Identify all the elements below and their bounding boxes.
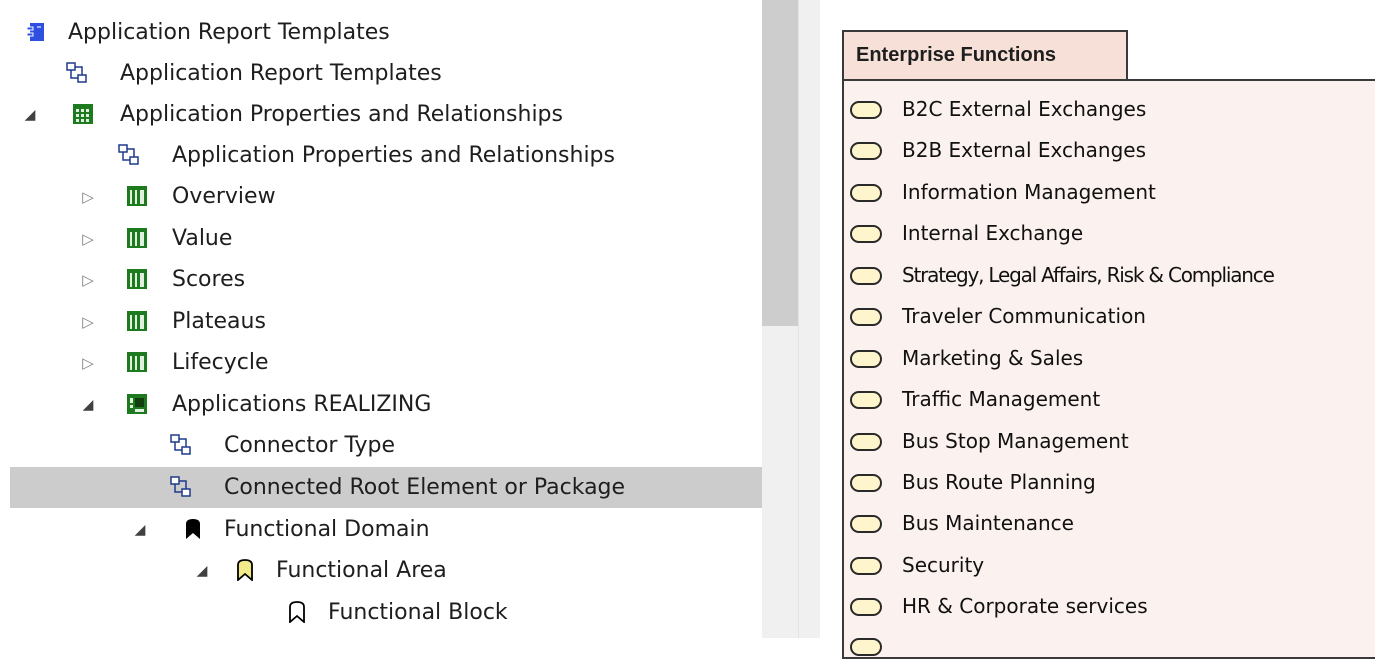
tree-item-scores[interactable]: ▷ Scores xyxy=(10,259,762,300)
function-shape-icon xyxy=(850,557,882,575)
diagram-icon xyxy=(170,476,192,498)
tree-item-lifecycle[interactable]: ▷ Lifecycle xyxy=(10,342,762,383)
tree-item-label: Functional Block xyxy=(328,600,508,625)
function-shape-icon xyxy=(850,142,882,160)
matrix-table-icon xyxy=(126,393,148,415)
pane-splitter[interactable] xyxy=(798,0,821,638)
component-icon xyxy=(25,21,47,43)
function-label: Bus Stop Management xyxy=(902,429,1129,453)
tree-item-label: Connector Type xyxy=(224,433,395,458)
tree-item-label: Plateaus xyxy=(172,309,266,334)
function-label: Security xyxy=(902,553,985,577)
function-shape-icon xyxy=(850,515,882,533)
tree-item-application-report-templates-package[interactable]: Application Report Templates xyxy=(10,12,762,53)
diagram-canvas[interactable]: Enterprise Functions B2C External Exchan… xyxy=(820,0,1375,659)
function-label: Bus Route Planning xyxy=(902,470,1096,494)
package-tab[interactable]: Enterprise Functions xyxy=(842,30,1128,81)
function-shape-icon xyxy=(850,184,882,202)
diagram-icon xyxy=(118,144,140,166)
function-label: Bus Maintenance xyxy=(902,511,1074,535)
tree-item-label: Lifecycle xyxy=(172,350,269,375)
tree-item-label: Application Report Templates xyxy=(120,61,442,86)
diagram-icon xyxy=(170,434,192,456)
tree-item-application-report-templates-diagram[interactable]: Application Report Templates xyxy=(10,53,762,94)
project-browser-tree: Application Report Templates Application… xyxy=(0,0,762,638)
tree-vertical-scrollbar[interactable] xyxy=(762,0,798,638)
function-shape-icon xyxy=(850,433,882,451)
grid-table-icon xyxy=(72,103,94,125)
bookmark-yellow-icon xyxy=(234,559,256,582)
collapsed-arrow-icon[interactable]: ▷ xyxy=(80,176,96,217)
diagram-icon xyxy=(66,62,88,84)
tree-item-label: Scores xyxy=(172,267,246,292)
function-shape-icon xyxy=(850,350,882,368)
tree-item-value[interactable]: ▷ Value xyxy=(10,218,762,259)
function-label: Strategy, Legal Affairs, Risk & Complian… xyxy=(902,263,1275,287)
tree-item-label: Applications REALIZING xyxy=(172,392,432,417)
function-label: Traveler Communication xyxy=(902,304,1146,328)
collapsed-arrow-icon[interactable]: ▷ xyxy=(80,342,96,383)
collapsed-arrow-icon[interactable]: ▷ xyxy=(80,301,96,342)
tree-item-functional-area[interactable]: ◢ Functional Area xyxy=(10,550,762,591)
collapsed-arrow-icon[interactable]: ▷ xyxy=(80,218,96,259)
function-shape-icon xyxy=(850,391,882,409)
columns-table-icon xyxy=(126,227,148,249)
tree-item-label: Overview xyxy=(172,184,276,209)
tree-item-connected-root-element[interactable]: Connected Root Element or Package xyxy=(10,467,762,508)
tree-item-label: Application Properties and Relationships xyxy=(172,143,615,168)
scrollbar-thumb[interactable] xyxy=(762,0,798,326)
function-shape-icon xyxy=(850,101,882,119)
tree-item-application-properties-package[interactable]: ◢ Application Properties and Relationshi… xyxy=(10,94,762,135)
function-shape-icon xyxy=(850,598,882,616)
tree-item-label: Functional Area xyxy=(276,558,447,583)
tree-item-label: Value xyxy=(172,226,233,251)
bookmark-outline-icon xyxy=(286,601,308,624)
tree-item-label: Functional Domain xyxy=(224,517,430,542)
columns-table-icon xyxy=(126,268,148,290)
function-label: B2C External Exchanges xyxy=(902,97,1147,121)
columns-table-icon xyxy=(126,310,148,332)
function-shape-icon xyxy=(850,308,882,326)
tree-item-label: Application Report Templates xyxy=(68,20,390,45)
tree-item-functional-block[interactable]: Functional Block xyxy=(10,592,762,633)
function-label: HR & Corporate services xyxy=(902,594,1148,618)
tree-item-application-properties-diagram[interactable]: Application Properties and Relationships xyxy=(10,135,762,176)
tree-item-label: Connected Root Element or Package xyxy=(224,475,626,500)
function-label: Information Management xyxy=(902,180,1156,204)
package-title: Enterprise Functions xyxy=(856,44,1057,66)
tree-item-overview[interactable]: ▷ Overview xyxy=(10,176,762,217)
bookmark-black-icon xyxy=(182,518,204,540)
tree-item-connector-type[interactable]: Connector Type xyxy=(10,425,762,466)
tree-item-label: Application Properties and Relationships xyxy=(120,102,563,127)
function-shape-icon xyxy=(850,225,882,243)
function-label: Internal Exchange xyxy=(902,221,1084,245)
expanded-arrow-icon[interactable]: ◢ xyxy=(22,94,38,135)
expanded-arrow-icon[interactable]: ◢ xyxy=(132,509,148,550)
tree-item-plateaus[interactable]: ▷ Plateaus xyxy=(10,301,762,342)
expanded-arrow-icon[interactable]: ◢ xyxy=(194,550,210,591)
tree-item-applications-realizing[interactable]: ◢ Applications REALIZING xyxy=(10,384,762,425)
tree-item-functional-domain[interactable]: ◢ Functional Domain xyxy=(10,509,762,550)
collapsed-arrow-icon[interactable]: ▷ xyxy=(80,259,96,300)
expanded-arrow-icon[interactable]: ◢ xyxy=(80,384,96,425)
function-label: Marketing & Sales xyxy=(902,346,1084,370)
function-label: B2B External Exchanges xyxy=(902,138,1147,162)
function-shape-icon xyxy=(850,638,882,656)
columns-table-icon xyxy=(126,185,148,207)
columns-table-icon xyxy=(126,351,148,373)
function-shape-icon xyxy=(850,267,882,285)
function-label: Traffic Management xyxy=(902,387,1101,411)
function-shape-icon xyxy=(850,474,882,492)
